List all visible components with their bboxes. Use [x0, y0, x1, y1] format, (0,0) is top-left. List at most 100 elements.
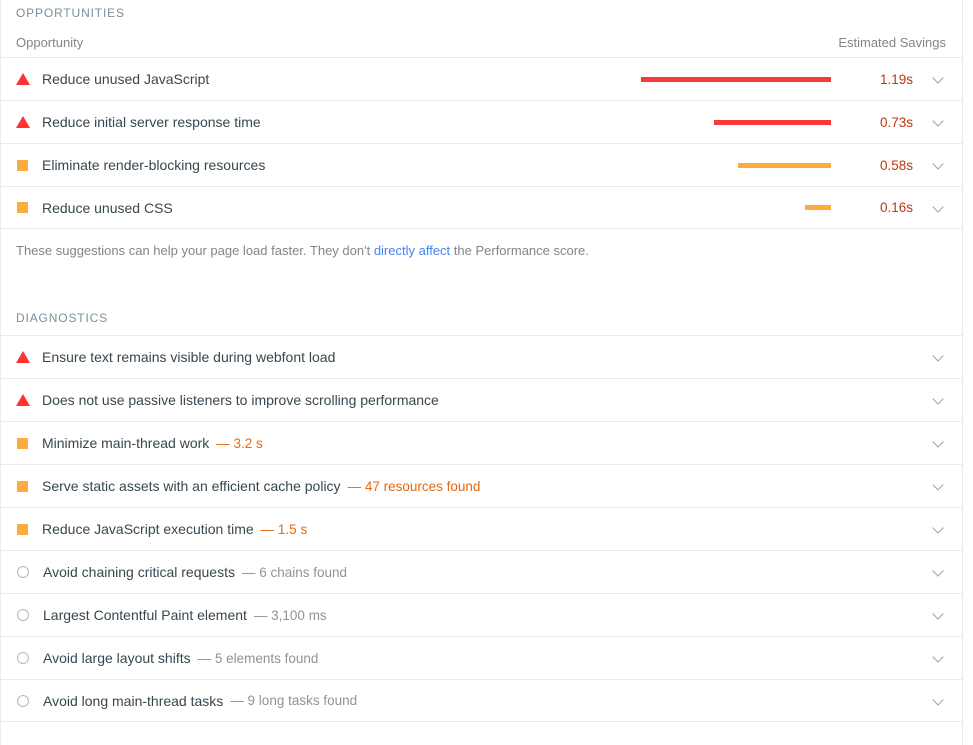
diagnostic-row[interactable]: Ensure text remains visible during webfo… — [1, 335, 962, 378]
chevron-down-icon[interactable] — [932, 565, 946, 579]
diagnostic-row-left: Minimize main-thread work — 3.2 s — [16, 435, 913, 451]
diagnostic-row[interactable]: Reduce JavaScript execution time — 1.5 s — [1, 507, 962, 550]
savings-value: 0.16s — [879, 200, 913, 215]
diagnostic-value: — 1.5 s — [260, 521, 308, 537]
chevron-down-icon[interactable] — [932, 436, 946, 450]
diagnostics-section-title: DIAGNOSTICS — [16, 311, 109, 325]
triangle-fail-icon — [16, 351, 30, 363]
diagnostic-value: — 3,100 ms — [253, 607, 327, 623]
chevron-down-icon[interactable] — [932, 158, 946, 172]
opportunity-title: Reduce unused JavaScript — [42, 71, 210, 87]
diagnostic-rows: Ensure text remains visible during webfo… — [1, 335, 962, 722]
footnote-text-after: the Performance score. — [450, 243, 589, 258]
chevron-down-icon[interactable] — [932, 479, 946, 493]
chevron-down-icon[interactable] — [932, 393, 946, 407]
diagnostic-title: Serve static assets with an efficient ca… — [42, 478, 341, 494]
diagnostic-row-left: Avoid long main-thread tasks — 9 long tas… — [16, 693, 913, 709]
triangle-fail-icon — [16, 394, 30, 406]
opportunity-row-left: Eliminate render-blocking resources — [16, 157, 641, 173]
diagnostic-value: — 47 resources found — [347, 478, 481, 494]
opportunity-row[interactable]: Reduce initial server response time 0.73s — [1, 100, 962, 143]
square-average-icon — [17, 437, 28, 449]
square-average-icon — [17, 523, 28, 535]
savings-sparkline — [641, 119, 831, 125]
diagnostic-row-left: Largest Contentful Paint element — 3,100 … — [16, 607, 913, 623]
diagnostic-row-left: Serve static assets with an efficient ca… — [16, 478, 913, 494]
opportunity-row-right: 0.58s — [641, 158, 946, 173]
diagnostic-row[interactable]: Does not use passive listeners to improv… — [1, 378, 962, 421]
diagnostic-row-left: Does not use passive listeners to improv… — [16, 392, 913, 408]
column-header-estimated-savings: Estimated Savings — [838, 35, 946, 50]
column-header-opportunity: Opportunity — [16, 35, 84, 50]
diagnostic-title: Avoid large layout shifts — [43, 650, 191, 666]
diagnostic-row-left: Reduce JavaScript execution time — 1.5 s — [16, 521, 913, 537]
opportunities-column-headers: Opportunity Estimated Savings — [1, 35, 962, 50]
opportunity-row-left: Reduce unused JavaScript — [16, 71, 641, 87]
savings-bar — [641, 76, 831, 82]
circle-pass-icon — [17, 694, 29, 707]
chevron-down-icon[interactable] — [932, 201, 946, 215]
diagnostic-title: Does not use passive listeners to improv… — [42, 392, 439, 408]
opportunity-row-right: 0.73s — [641, 115, 946, 130]
chevron-down-icon[interactable] — [932, 608, 946, 622]
diagnostic-title: Avoid long main-thread tasks — [43, 692, 224, 709]
opportunity-row[interactable]: Reduce unused CSS 0.16s — [1, 186, 962, 229]
opportunity-row[interactable]: Eliminate render-blocking resources 0.58s — [1, 143, 962, 186]
diagnostic-value: — 6 chains found — [241, 564, 348, 580]
circle-pass-icon — [17, 609, 29, 621]
opportunity-row-right: 0.16s — [641, 200, 946, 215]
lighthouse-report-panel: OPPORTUNITIES Opportunity Estimated Savi… — [0, 0, 963, 745]
opportunities-footnote: These suggestions can help your page loa… — [1, 229, 962, 258]
diagnostic-title: Ensure text remains visible during webfo… — [42, 349, 336, 365]
chevron-down-icon[interactable] — [932, 72, 946, 86]
opportunity-row[interactable]: Reduce unused JavaScript 1.19s — [1, 57, 962, 100]
diagnostic-row[interactable]: Largest Contentful Paint element — 3,100 … — [1, 593, 962, 636]
opportunity-title: Reduce unused CSS — [42, 199, 173, 216]
chevron-down-icon[interactable] — [932, 694, 946, 708]
opportunity-title: Eliminate render-blocking resources — [42, 157, 266, 173]
opportunity-rows: Reduce unused JavaScript 1.19s Reduce init… — [1, 57, 962, 229]
circle-pass-icon — [17, 566, 29, 578]
opportunity-row-left: Reduce initial server response time — [16, 114, 641, 130]
circle-pass-icon — [17, 652, 29, 664]
savings-bar — [714, 119, 831, 125]
opportunity-title: Reduce initial server response time — [42, 114, 261, 130]
diagnostic-title: Largest Contentful Paint element — [43, 607, 247, 623]
chevron-down-icon[interactable] — [932, 115, 946, 129]
diagnostics-section: DIAGNOSTICS Ensure text remains visible … — [1, 311, 962, 722]
chevron-down-icon[interactable] — [932, 651, 946, 665]
savings-value: 1.19s — [879, 71, 913, 87]
diagnostic-value: — 3.2 s — [216, 435, 263, 451]
savings-value: 0.58s — [879, 157, 913, 173]
diagnostic-row[interactable]: Minimize main-thread work — 3.2 s — [1, 421, 962, 464]
diagnostic-row-left: Avoid large layout shifts — 5 elements fo… — [16, 650, 913, 666]
savings-bar — [805, 205, 831, 210]
diagnostic-title: Minimize main-thread work — [42, 435, 210, 451]
chevron-down-icon[interactable] — [932, 350, 946, 364]
opportunities-section: OPPORTUNITIES Opportunity Estimated Savi… — [1, 0, 962, 258]
square-average-icon — [17, 202, 28, 213]
diagnostic-row[interactable]: Avoid chaining critical requests — 6 chai… — [1, 550, 962, 593]
directly-affect-link[interactable]: directly affect — [374, 243, 450, 258]
diagnostic-row[interactable]: Avoid large layout shifts — 5 elements fo… — [1, 636, 962, 679]
square-average-icon — [17, 480, 28, 492]
diagnostic-row-left: Ensure text remains visible during webfo… — [16, 349, 913, 365]
chevron-down-icon[interactable] — [932, 522, 946, 536]
diagnostic-title: Avoid chaining critical requests — [43, 564, 235, 580]
triangle-fail-icon — [16, 73, 30, 85]
diagnostic-value: — 5 elements found — [197, 650, 319, 666]
savings-sparkline — [641, 205, 831, 210]
savings-value: 0.73s — [879, 114, 913, 130]
diagnostic-row[interactable]: Avoid long main-thread tasks — 9 long tas… — [1, 679, 962, 722]
savings-bar — [738, 162, 831, 168]
savings-sparkline — [641, 162, 831, 168]
footnote-text-before: These suggestions can help your page loa… — [16, 243, 374, 258]
diagnostic-row[interactable]: Serve static assets with an efficient ca… — [1, 464, 962, 507]
savings-sparkline — [641, 76, 831, 82]
opportunities-section-title: OPPORTUNITIES — [16, 6, 125, 20]
triangle-fail-icon — [16, 116, 30, 128]
opportunity-row-right: 1.19s — [641, 72, 946, 87]
opportunity-row-left: Reduce unused CSS — [16, 200, 641, 216]
diagnostic-value: — 9 long tasks found — [230, 693, 358, 708]
diagnostic-row-left: Avoid chaining critical requests — 6 chai… — [16, 564, 913, 580]
